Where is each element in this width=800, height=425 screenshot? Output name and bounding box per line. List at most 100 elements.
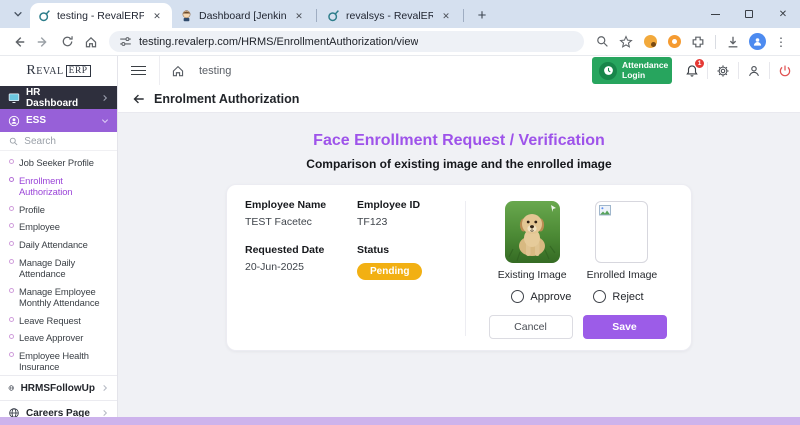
status-badge: Pending: [357, 263, 422, 280]
sidebar-item-label: ESS: [26, 115, 46, 126]
existing-image-label: Existing Image: [498, 269, 567, 281]
logo-box-text: ERP: [66, 65, 91, 77]
field-value: TEST Facetec: [245, 216, 357, 228]
reload-button[interactable]: [56, 31, 78, 53]
sidebar-item-label: Employee Health Insurance: [19, 350, 113, 373]
approve-radio-label: Approve: [530, 291, 571, 303]
tab-search-button[interactable]: [8, 4, 28, 24]
close-tab-icon[interactable]: ✕: [292, 9, 306, 23]
sidebar-item-label: Manage Daily Attendance: [19, 257, 113, 280]
logout-button[interactable]: [770, 56, 800, 85]
notifications-button[interactable]: 1: [677, 56, 707, 85]
profile-button[interactable]: [746, 31, 768, 53]
forward-button[interactable]: [32, 31, 54, 53]
logo-text: Reval: [26, 63, 63, 79]
extension-1-button[interactable]: [639, 31, 661, 53]
reject-radio[interactable]: Reject: [593, 290, 643, 303]
home-icon: [84, 35, 98, 49]
sidebar-item-enrollment-authorization[interactable]: Enrollment Authorization: [0, 172, 117, 201]
save-button[interactable]: Save: [583, 315, 667, 339]
site-settings-icon: [119, 35, 132, 48]
sidebar-item-hrms-followup[interactable]: HRMSFollowUp: [0, 375, 117, 400]
sidebar-search[interactable]: [0, 132, 117, 151]
enrolled-image-placeholder: [595, 201, 648, 263]
new-tab-button[interactable]: +: [471, 4, 493, 26]
sidebar-item-label: Manage Employee Monthly Attendance: [19, 286, 113, 309]
tab-jenkins-dashboard[interactable]: Dashboard [Jenkins] ✕: [172, 3, 314, 28]
sidebar-item-employee-health-insurance[interactable]: Employee Health Insurance: [0, 347, 117, 375]
topbar-actions: Attendance Login 1: [592, 56, 800, 85]
sidebar-item-profile[interactable]: Profile: [0, 201, 117, 219]
decision-radios: Approve Reject: [511, 290, 643, 303]
person-icon: [747, 64, 761, 78]
close-tab-icon[interactable]: ✕: [439, 9, 453, 23]
sidebar-item-manage-daily-attendance[interactable]: Manage Daily Attendance: [0, 254, 117, 283]
field-label: Requested Date: [245, 244, 357, 256]
bullet-icon: [9, 206, 14, 211]
home-nav-button[interactable]: [160, 64, 196, 78]
field-employee-name: Employee Name TEST Facetec: [245, 199, 357, 228]
minimize-button[interactable]: [698, 0, 732, 28]
forward-arrow-icon: [36, 35, 50, 49]
sidebar-item-leave-approver[interactable]: Leave Approver: [0, 329, 117, 347]
page-title: Face Enrollment Request / Verification: [118, 132, 800, 150]
extensions-button[interactable]: [687, 31, 709, 53]
sidebar-item-manage-employee-monthly-attendance[interactable]: Manage Employee Monthly Attendance: [0, 283, 117, 312]
downloads-button[interactable]: [722, 31, 744, 53]
sidebar-item-employee[interactable]: Employee: [0, 218, 117, 236]
profile-menu-button[interactable]: [739, 56, 769, 85]
extension-icon: [668, 35, 681, 48]
home-button[interactable]: [80, 31, 102, 53]
sidebar-item-hr-dashboard[interactable]: HR Dashboard: [0, 86, 117, 109]
enrolled-image-label: Enrolled Image: [587, 269, 658, 281]
tab-revalerp-list[interactable]: revalsys - RevalERP List ✕: [319, 3, 461, 28]
field-label: Status: [357, 244, 465, 256]
browser-window: testing - RevalERP - Enrollment ✕ Dashbo…: [0, 0, 800, 425]
back-button[interactable]: [8, 31, 30, 53]
window-controls: ✕: [698, 0, 800, 28]
sidebar-item-leave-request[interactable]: Leave Request: [0, 311, 117, 329]
employee-details: Employee Name TEST Facetec Employee ID T…: [245, 199, 465, 350]
main-area: testing Attendance Login 1: [118, 56, 800, 425]
attendance-login-button[interactable]: Attendance Login: [592, 57, 672, 84]
chevron-down-icon: [13, 9, 23, 19]
search-input[interactable]: [24, 136, 108, 147]
horizontal-scrollbar[interactable]: [0, 417, 800, 425]
notification-badge: 1: [694, 58, 705, 69]
sidebar-item-daily-attendance[interactable]: Daily Attendance: [0, 236, 117, 254]
page-header: Enrolment Authorization: [118, 85, 800, 113]
url-field[interactable]: testing.revalerp.com/HRMS/EnrollmentAuth…: [109, 31, 584, 52]
cancel-button[interactable]: Cancel: [489, 315, 573, 339]
radio-circle-icon: [511, 290, 524, 303]
approve-radio[interactable]: Approve: [511, 290, 571, 303]
attendance-login-label: Attendance Login: [622, 61, 668, 81]
power-icon: [778, 64, 792, 78]
home-icon: [171, 64, 185, 78]
globe-icon: [8, 382, 15, 394]
address-bar: testing.revalerp.com/HRMS/EnrollmentAuth…: [0, 28, 800, 56]
bookmark-button[interactable]: [615, 31, 637, 53]
sidebar-item-label: Leave Approver: [19, 332, 83, 343]
back-arrow-icon[interactable]: [131, 92, 145, 106]
sidebar-item-ess[interactable]: ESS: [0, 109, 117, 132]
sidebar-item-job-seeker-profile[interactable]: Job Seeker Profile: [0, 154, 117, 172]
settings-button[interactable]: [708, 56, 738, 85]
toolbar-separator: [715, 35, 716, 49]
browser-menu-button[interactable]: ⋮: [770, 31, 792, 53]
extension-2-button[interactable]: [663, 31, 685, 53]
chevron-right-icon: [101, 94, 109, 102]
back-arrow-icon: [12, 35, 26, 49]
menu-toggle-button[interactable]: [118, 66, 159, 75]
bullet-icon: [9, 241, 14, 246]
field-label: Employee Name: [245, 199, 357, 211]
reject-radio-label: Reject: [612, 291, 643, 303]
ess-user-icon: [8, 115, 20, 127]
tab-revalerp-enrollment[interactable]: testing - RevalERP - Enrollment ✕: [30, 3, 172, 28]
app-topbar: testing Attendance Login 1: [118, 56, 800, 85]
field-requested-date: Requested Date 20-Jun-2025: [245, 244, 357, 280]
maximize-button[interactable]: [732, 0, 766, 28]
zoom-button[interactable]: [591, 31, 613, 53]
sidebar: RevalERP HR Dashboard ESS Job Seeker Pro…: [0, 56, 118, 425]
close-tab-icon[interactable]: ✕: [150, 9, 164, 23]
close-window-button[interactable]: ✕: [766, 0, 800, 28]
